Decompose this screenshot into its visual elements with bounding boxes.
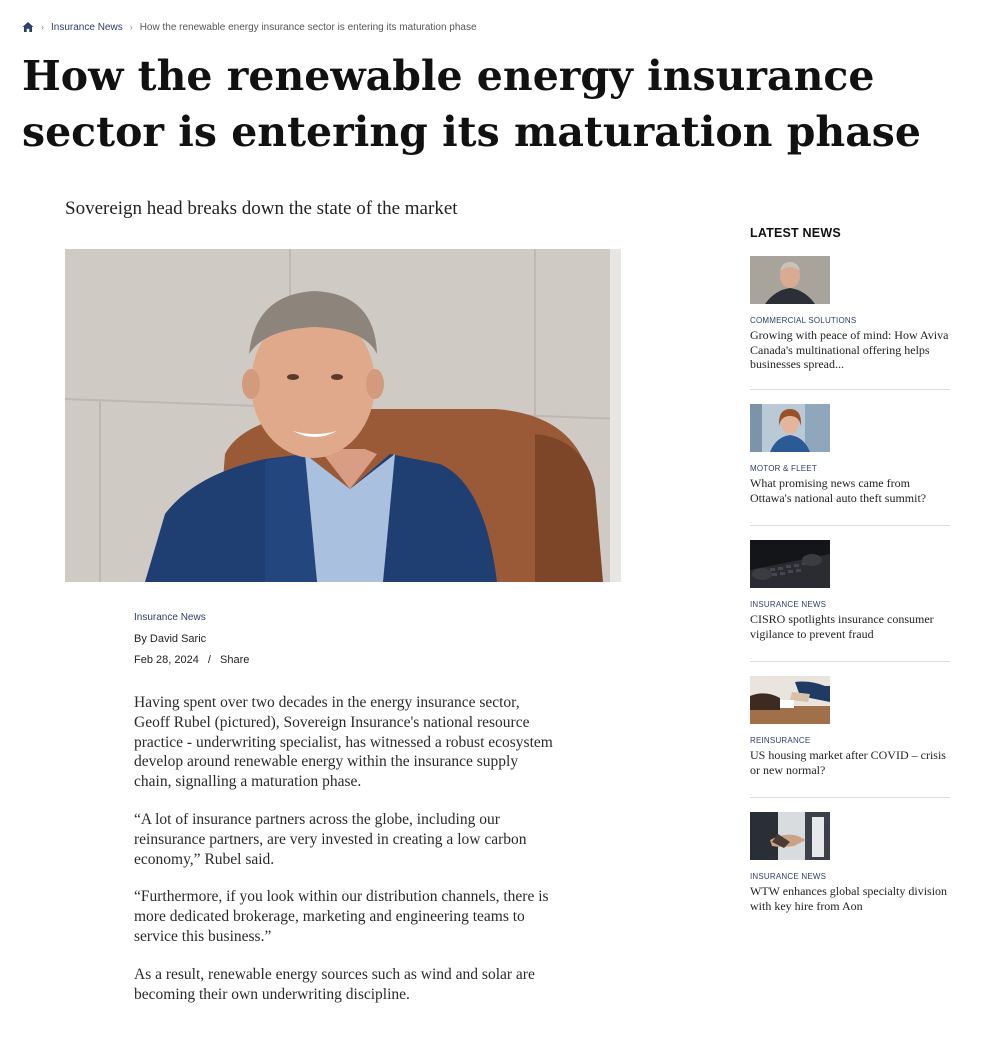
share-button[interactable]: Share: [220, 654, 249, 666]
article-category-link[interactable]: Insurance News: [134, 612, 249, 623]
news-item[interactable]: MOTOR & FLEET What promising news came f…: [750, 390, 950, 526]
article-author: By David Saric: [134, 633, 207, 645]
latest-news-heading: LATEST NEWS: [750, 226, 841, 240]
article-subtitle: Sovereign head breaks down the state of …: [65, 198, 458, 219]
news-category[interactable]: INSURANCE NEWS: [750, 872, 950, 881]
news-category[interactable]: REINSURANCE: [750, 736, 950, 745]
breadcrumb-separator: ›: [129, 22, 133, 32]
news-item[interactable]: INSURANCE NEWS WTW enhances global speci…: [750, 798, 950, 934]
article-paragraph: “A lot of insurance partners across the …: [134, 810, 527, 868]
article-paragraph: “Furthermore, if you look within our dis…: [134, 888, 549, 945]
news-item[interactable]: REINSURANCE US housing market after COVI…: [750, 662, 950, 798]
news-category[interactable]: COMMERCIAL SOLUTIONS: [750, 316, 950, 325]
breadcrumb-current: How the renewable energy insurance secto…: [139, 21, 477, 33]
dateline-separator: /: [207, 654, 211, 666]
news-title[interactable]: Growing with peace of mind: How Aviva Ca…: [750, 328, 950, 372]
article-dateline: Feb 28, 2024 / Share: [134, 654, 249, 666]
news-title[interactable]: What promising news came from Ottawa's n…: [750, 476, 950, 505]
article-paragraph: As a result, renewable energy sources su…: [134, 965, 535, 1003]
news-category[interactable]: MOTOR & FLEET: [750, 464, 950, 473]
news-title[interactable]: US housing market after COVID – crisis o…: [750, 748, 950, 777]
hero-image: [65, 249, 621, 582]
article-paragraph: Having spent over two decades in the ene…: [134, 694, 553, 791]
news-thumbnail[interactable]: [750, 540, 830, 588]
news-item[interactable]: INSURANCE NEWS CISRO spotlights insuranc…: [750, 526, 950, 662]
news-category[interactable]: INSURANCE NEWS: [750, 600, 950, 609]
breadcrumb-section-link[interactable]: Insurance News: [51, 22, 123, 33]
news-thumbnail[interactable]: [750, 404, 830, 452]
news-title[interactable]: CISRO spotlights insurance consumer vigi…: [750, 612, 950, 641]
news-item[interactable]: COMMERCIAL SOLUTIONS Growing with peace …: [750, 256, 950, 390]
article-date: Feb 28, 2024: [134, 654, 199, 666]
breadcrumb-separator: ›: [41, 22, 44, 32]
news-thumbnail[interactable]: [750, 256, 830, 304]
news-title[interactable]: WTW enhances global specialty division w…: [750, 884, 950, 913]
article-body: Having spent over two decades in the ene…: [134, 693, 554, 1022]
breadcrumb: › Insurance News › How the renewable ene…: [22, 21, 477, 33]
news-thumbnail[interactable]: [750, 812, 830, 860]
home-icon[interactable]: [22, 21, 34, 33]
news-thumbnail[interactable]: [750, 676, 830, 724]
page-title: How the renewable energy insurance secto…: [22, 52, 921, 156]
latest-news-sidebar: LATEST NEWS COMMERCIAL SOLUTIONS Growing…: [750, 226, 950, 934]
article-meta: Insurance News By David Saric Feb 28, 20…: [134, 612, 249, 666]
